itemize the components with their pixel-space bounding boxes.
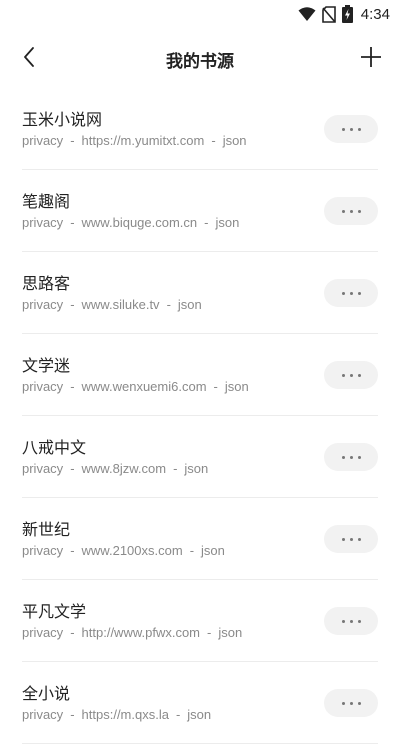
source-row[interactable]: 全小说 privacy - https://m.qxs.la - json bbox=[22, 662, 378, 744]
source-meta: privacy - www.wenxuemi6.com - json bbox=[22, 379, 249, 394]
source-url: www.wenxuemi6.com bbox=[81, 379, 207, 394]
app-bar: 我的书源 bbox=[0, 36, 400, 82]
more-dots-icon bbox=[341, 373, 361, 377]
source-url: https://m.yumitxt.com bbox=[81, 133, 205, 148]
source-type: privacy bbox=[22, 379, 64, 394]
more-options-button[interactable] bbox=[324, 197, 378, 225]
source-format: json bbox=[187, 707, 212, 722]
source-list: 玉米小说网 privacy - https://m.yumitxt.com - json… bbox=[0, 88, 400, 744]
back-button[interactable] bbox=[14, 44, 44, 74]
source-url: www.8jzw.com bbox=[81, 461, 167, 476]
source-format: json bbox=[177, 297, 202, 312]
source-name: 思路客 bbox=[22, 274, 71, 293]
meta-separator: - bbox=[207, 625, 212, 640]
source-name: 笔趣阁 bbox=[22, 192, 71, 211]
meta-separator: - bbox=[70, 461, 75, 476]
battery-charging-icon bbox=[341, 5, 353, 23]
more-options-button[interactable] bbox=[324, 115, 378, 143]
meta-separator: - bbox=[211, 133, 216, 148]
more-options-button[interactable] bbox=[324, 689, 378, 717]
wifi-icon bbox=[298, 6, 316, 22]
meta-separator: - bbox=[70, 297, 75, 312]
add-source-button[interactable] bbox=[356, 44, 386, 74]
source-type: privacy bbox=[22, 461, 64, 476]
source-meta: privacy - https://m.yumitxt.com - json bbox=[22, 133, 247, 148]
source-row[interactable]: 文学迷 privacy - www.wenxuemi6.com - json bbox=[22, 334, 378, 416]
source-type: privacy bbox=[22, 707, 64, 722]
source-format: json bbox=[184, 461, 209, 476]
source-format: json bbox=[218, 625, 243, 640]
source-meta: privacy - www.biquge.com.cn - json bbox=[22, 215, 239, 230]
meta-separator: - bbox=[175, 707, 181, 722]
source-meta: privacy - www.8jzw.com - json bbox=[22, 461, 208, 476]
source-meta: privacy - http://www.pfwx.com - json bbox=[22, 625, 242, 640]
source-type: privacy bbox=[22, 297, 64, 312]
source-name: 全小说 bbox=[22, 684, 71, 703]
more-dots-icon bbox=[341, 701, 361, 705]
status-time: 4:34 bbox=[360, 5, 390, 23]
source-row[interactable]: 玉米小说网 privacy - https://m.yumitxt.com - json bbox=[22, 88, 378, 170]
source-meta: privacy - www.siluke.tv - json bbox=[22, 297, 202, 312]
source-row[interactable]: 思路客 privacy - www.siluke.tv - json bbox=[22, 252, 378, 334]
more-options-button[interactable] bbox=[324, 607, 378, 635]
plus-icon bbox=[360, 46, 382, 72]
more-dots-icon bbox=[341, 127, 361, 131]
source-name: 文学迷 bbox=[22, 356, 71, 375]
source-name: 平凡文学 bbox=[22, 602, 87, 621]
source-type: privacy bbox=[22, 543, 64, 558]
meta-separator: - bbox=[70, 379, 75, 394]
meta-separator: - bbox=[70, 707, 75, 722]
meta-separator: - bbox=[70, 625, 75, 640]
source-row[interactable]: 笔趣阁 privacy - www.biquge.com.cn - json bbox=[22, 170, 378, 252]
source-url: www.siluke.tv bbox=[81, 297, 160, 312]
meta-separator: - bbox=[70, 215, 75, 230]
source-type: privacy bbox=[22, 625, 64, 640]
more-options-button[interactable] bbox=[324, 279, 378, 307]
source-url: https://m.qxs.la bbox=[81, 707, 169, 722]
source-name: 玉米小说网 bbox=[22, 110, 103, 129]
meta-separator: - bbox=[213, 379, 218, 394]
source-name: 新世纪 bbox=[22, 520, 71, 539]
source-url: www.2100xs.com bbox=[81, 543, 183, 558]
more-options-button[interactable] bbox=[324, 525, 378, 553]
source-name: 八戒中文 bbox=[22, 438, 87, 457]
source-row[interactable]: 平凡文学 privacy - http://www.pfwx.com - json bbox=[22, 580, 378, 662]
source-type: privacy bbox=[22, 215, 64, 230]
meta-separator: - bbox=[70, 133, 75, 148]
more-options-button[interactable] bbox=[324, 361, 378, 389]
source-meta: privacy - www.2100xs.com - json bbox=[22, 543, 225, 558]
more-dots-icon bbox=[341, 209, 361, 213]
source-format: json bbox=[201, 543, 225, 558]
source-row[interactable]: 八戒中文 privacy - www.8jzw.com - json bbox=[22, 416, 378, 498]
page-title: 我的书源 bbox=[166, 51, 234, 72]
status-bar: 4:34 bbox=[0, 0, 400, 28]
meta-separator: - bbox=[70, 543, 75, 558]
source-format: json bbox=[215, 215, 240, 230]
source-url: http://www.pfwx.com bbox=[81, 625, 201, 640]
no-sim-icon bbox=[321, 5, 336, 23]
more-dots-icon bbox=[341, 619, 361, 623]
meta-separator: - bbox=[189, 543, 195, 558]
source-type: privacy bbox=[22, 133, 64, 148]
source-meta: privacy - https://m.qxs.la - json bbox=[22, 707, 211, 722]
source-url: www.biquge.com.cn bbox=[81, 215, 198, 230]
chevron-left-icon bbox=[23, 47, 35, 71]
meta-separator: - bbox=[204, 215, 209, 230]
meta-separator: - bbox=[173, 461, 178, 476]
more-dots-icon bbox=[341, 291, 361, 295]
meta-separator: - bbox=[166, 297, 171, 312]
more-dots-icon bbox=[341, 455, 361, 459]
source-format: json bbox=[224, 379, 249, 394]
more-options-button[interactable] bbox=[324, 443, 378, 471]
source-format: json bbox=[222, 133, 247, 148]
more-dots-icon bbox=[341, 537, 361, 541]
source-row[interactable]: 新世纪 privacy - www.2100xs.com - json bbox=[22, 498, 378, 580]
